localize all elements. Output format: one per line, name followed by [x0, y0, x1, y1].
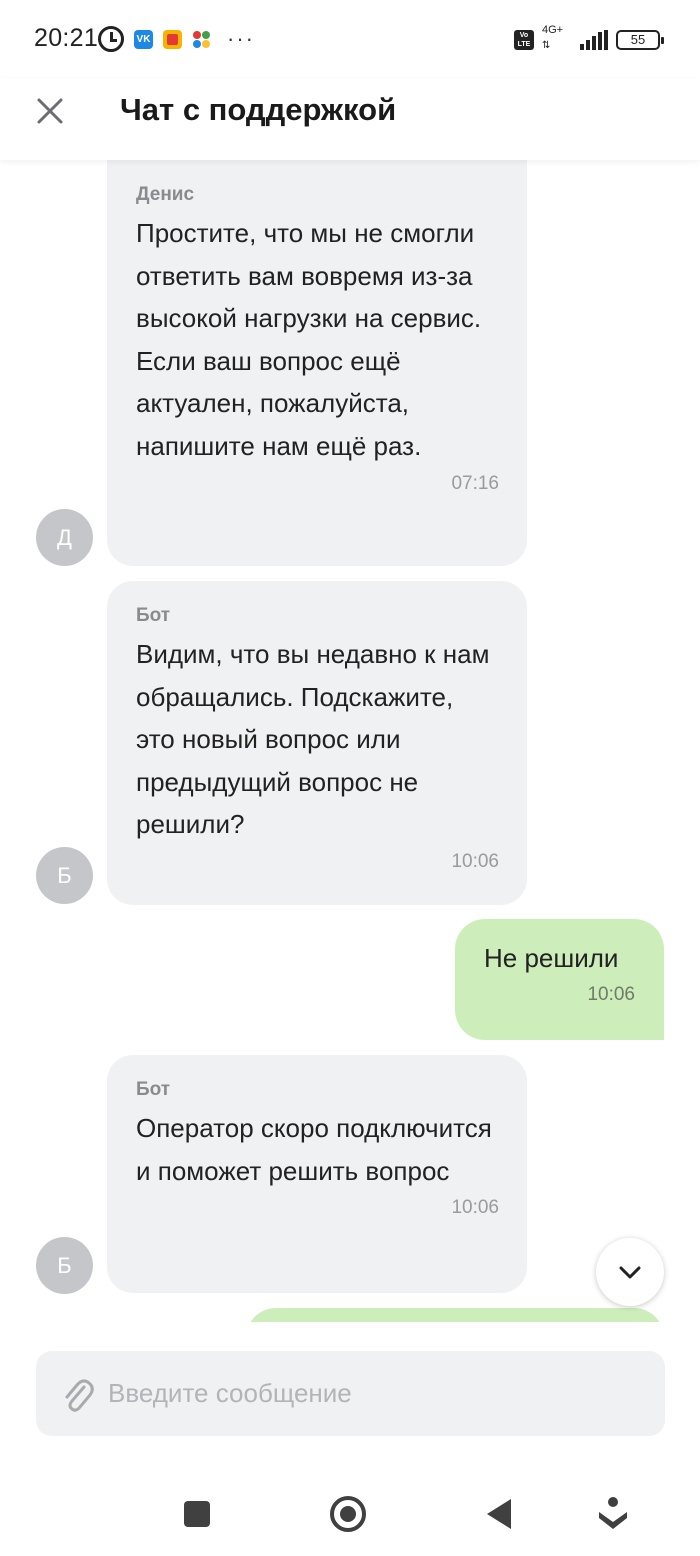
incoming-message-bubble: Бот Видим, что вы недавно к нам обращали… — [107, 581, 527, 905]
status-system-icons: Vo LTE 4G+ ⇅ 55 — [514, 24, 664, 54]
chevron-down-icon — [619, 1266, 641, 1279]
status-bar: 20:21 VK ··· Vo LTE 4G+ ⇅ 55 — [0, 0, 700, 78]
message-text: Видим, что вы недавно к нам обращались. … — [136, 639, 490, 840]
back-triangle-icon — [487, 1499, 511, 1529]
chat-messages[interactable]: Денис Простите, что мы не смогли ответит… — [0, 160, 700, 1322]
message-sender: Денис — [136, 184, 195, 205]
home-button[interactable] — [329, 1495, 367, 1538]
avatar: Б — [36, 1237, 93, 1294]
app-notification-icon — [163, 29, 182, 49]
square-icon — [184, 1501, 210, 1527]
colorful-dots-icon — [192, 30, 211, 49]
outgoing-message-bubble: Не решили 10:06 — [455, 919, 664, 1040]
back-button[interactable] — [484, 1497, 514, 1536]
message-time: 10:06 — [451, 1197, 499, 1219]
volte-icon: Vo LTE — [514, 30, 534, 50]
vk-app-icon: VK — [134, 29, 153, 49]
assistant-button[interactable] — [597, 1496, 629, 1537]
avatar: Б — [36, 847, 93, 904]
signal-icon — [580, 30, 608, 50]
message-text: Не решили — [484, 943, 619, 973]
message-time: 07:16 — [451, 472, 499, 494]
avatar: Д — [36, 509, 93, 566]
assistant-figure-icon — [599, 1497, 627, 1529]
outgoing-message-bubble-partial — [246, 1308, 664, 1322]
status-notification-icons: VK ··· — [98, 24, 255, 54]
system-navigation-bar — [0, 1470, 700, 1556]
home-circle-icon — [330, 1496, 366, 1532]
message-input[interactable] — [108, 1351, 648, 1436]
scroll-to-bottom-button[interactable] — [596, 1238, 664, 1306]
chat-header: Чат с поддержкой — [0, 78, 700, 160]
incoming-message-bubble: Денис Простите, что мы не смогли ответит… — [107, 160, 527, 566]
close-icon[interactable] — [36, 97, 64, 125]
message-sender: Бот — [136, 1079, 171, 1100]
message-text: Простите, что мы не смогли ответить вам … — [136, 218, 482, 461]
message-sender: Бот — [136, 605, 171, 626]
message-text: Оператор скоро подключится и поможет реш… — [136, 1113, 492, 1186]
battery-level: 55 — [616, 30, 664, 50]
message-time: 10:06 — [451, 850, 499, 872]
message-time: 10:06 — [587, 984, 635, 1005]
message-composer — [36, 1351, 665, 1436]
alarm-icon — [98, 26, 124, 52]
recent-apps-button[interactable] — [183, 1500, 211, 1533]
status-time: 20:21 — [34, 24, 99, 52]
more-notifications-icon: ··· — [227, 26, 255, 51]
paperclip-icon[interactable] — [62, 1375, 94, 1415]
page-title: Чат с поддержкой — [120, 92, 397, 127]
incoming-message-bubble: Бот Оператор скоро подключится и поможет… — [107, 1055, 527, 1293]
network-type: 4G+ ⇅ — [542, 24, 564, 51]
